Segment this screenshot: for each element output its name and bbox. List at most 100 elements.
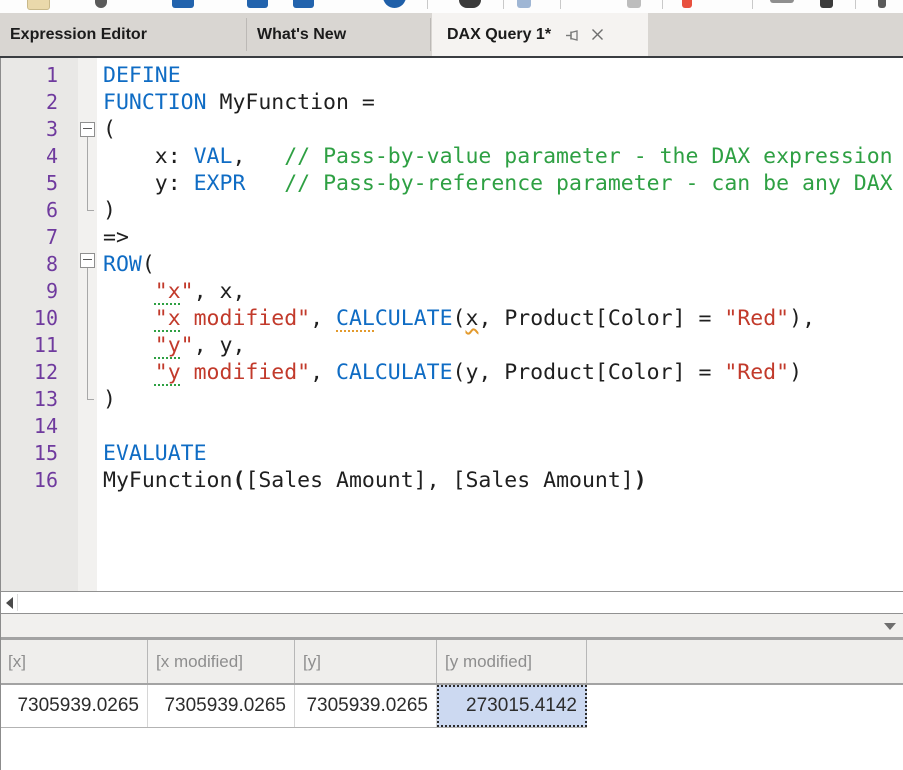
code-token: EVALUATE: [103, 441, 207, 466]
toolbar-button[interactable]: [627, 0, 641, 8]
code-token: [103, 333, 155, 358]
toolbar-button[interactable]: [820, 0, 833, 8]
toolbar-button[interactable]: [293, 0, 314, 8]
close-icon[interactable]: [590, 27, 605, 42]
line-number: 14: [0, 413, 58, 440]
code-token: "y: [155, 360, 181, 385]
code-token: VAL: [194, 144, 233, 169]
code-line[interactable]: 2FUNCTION MyFunction =: [0, 89, 903, 116]
results-header-row: [x][x modified][y][y modified]: [0, 637, 903, 685]
column-header[interactable]: [x]: [0, 640, 148, 683]
code-text: =>: [103, 225, 129, 250]
code-text: "y modified", CALCULATE(y, Product[Color…: [103, 360, 802, 385]
tab-label: Expression Editor: [10, 26, 147, 44]
code-token: MyFunction =: [207, 90, 375, 115]
scroll-left-arrow-icon: [6, 597, 13, 609]
code-token: EXPR: [194, 171, 246, 196]
line-number: 7: [0, 224, 58, 251]
code-token: (y, Product[Color] =: [453, 360, 725, 385]
code-line[interactable]: 16MyFunction([Sales Amount], [Sales Amou…: [0, 467, 903, 494]
toolbar-button[interactable]: [27, 0, 50, 10]
toolbar-separator: [560, 0, 561, 9]
results-data-row: 7305939.02657305939.02657305939.02652730…: [0, 685, 903, 727]
code-text: "y", y,: [103, 333, 245, 358]
code-token: ,: [310, 360, 336, 385]
code-token: ": [181, 279, 194, 304]
code-line[interactable]: 10 "x modified", CALCULATE(x, Product[Co…: [0, 305, 903, 332]
results-splitter[interactable]: [0, 614, 903, 637]
code-token: "x: [155, 306, 181, 331]
code-line[interactable]: 7 =>: [0, 224, 903, 251]
code-line[interactable]: 8ROW(: [0, 251, 903, 278]
toolbar-button[interactable]: [172, 0, 194, 8]
code-line[interactable]: 11 "y", y,: [0, 332, 903, 359]
row-bottom-border: [0, 727, 587, 728]
column-header[interactable]: [y]: [295, 640, 437, 683]
toolbar-button[interactable]: [459, 0, 481, 8]
code-token: (: [453, 306, 466, 331]
result-cell[interactable]: 7305939.0265: [0, 685, 148, 727]
toolbar-button[interactable]: [517, 0, 531, 8]
toolbar-separator: [427, 0, 428, 9]
code-token: x: [465, 306, 478, 331]
line-number: 3: [0, 116, 58, 143]
toolbar-separator: [503, 0, 504, 9]
code-line[interactable]: 4 x: VAL, // Pass-by-value parameter - t…: [0, 143, 903, 170]
code-text: EVALUATE: [103, 441, 207, 466]
line-number: 12: [0, 359, 58, 386]
column-header[interactable]: [y modified]: [437, 640, 587, 683]
tab-whats-new[interactable]: What's New: [247, 13, 430, 56]
code-token: ": [181, 333, 194, 358]
window-left-border: [0, 58, 1, 770]
document-tab-bar: Expression Editor What's New DAX Query 1…: [0, 13, 903, 58]
scroll-left-button[interactable]: [1, 594, 18, 611]
code-line[interactable]: 9 "x", x,: [0, 278, 903, 305]
toolbar-separator: [752, 0, 753, 9]
dax-code-editor[interactable]: 1DEFINE2FUNCTION MyFunction =3(4 x: VAL,…: [0, 58, 903, 591]
code-token: "Red": [724, 360, 789, 385]
code-line[interactable]: 14: [0, 413, 903, 440]
code-token: [103, 279, 155, 304]
result-cell-selected[interactable]: 273015.4142: [437, 685, 587, 727]
fold-guide-end: [87, 399, 94, 400]
line-number: 10: [0, 305, 58, 332]
result-cell[interactable]: 7305939.0265: [295, 685, 437, 727]
toolbar-button[interactable]: [682, 0, 692, 8]
toolbar-button[interactable]: [383, 0, 406, 8]
code-line[interactable]: 12 "y modified", CALCULATE(y, Product[Co…: [0, 359, 903, 386]
code-token: ): [103, 198, 116, 223]
results-grid: [x][x modified][y][y modified] 7305939.0…: [0, 637, 903, 770]
code-token: (: [142, 252, 155, 277]
code-token: CALCULATE: [336, 360, 453, 385]
toolbar-button[interactable]: [878, 0, 886, 8]
toolbar-button[interactable]: [770, 0, 794, 3]
code-text: ROW(: [103, 252, 155, 277]
line-number: 15: [0, 440, 58, 467]
code-text: DEFINE: [103, 63, 181, 88]
collapse-down-icon[interactable]: [884, 623, 896, 630]
line-number: 6: [0, 197, 58, 224]
horizontal-scrollbar[interactable]: [0, 591, 903, 614]
code-line[interactable]: 13): [0, 386, 903, 413]
code-line[interactable]: 5 y: EXPR // Pass-by-reference parameter…: [0, 170, 903, 197]
code-line[interactable]: 15 EVALUATE: [0, 440, 903, 467]
code-token: [245, 171, 284, 196]
line-number: 16: [0, 467, 58, 494]
result-cell[interactable]: 7305939.0265: [148, 685, 295, 727]
code-token: modified": [181, 306, 310, 331]
code-line[interactable]: 6): [0, 197, 903, 224]
code-text: x: VAL, // Pass-by-value parameter - the…: [103, 144, 893, 169]
fold-collapse-icon[interactable]: [80, 122, 95, 137]
fold-collapse-icon[interactable]: [80, 253, 95, 268]
column-header[interactable]: [x modified]: [148, 640, 295, 683]
tab-expression-editor[interactable]: Expression Editor: [0, 13, 246, 56]
code-line[interactable]: 3(: [0, 116, 903, 143]
toolbar-button[interactable]: [247, 0, 268, 8]
code-line[interactable]: 1DEFINE: [0, 62, 903, 89]
pin-icon[interactable]: [565, 27, 582, 43]
code-token: x:: [103, 144, 194, 169]
tab-label: DAX Query 1*: [447, 26, 551, 44]
line-number: 4: [0, 143, 58, 170]
toolbar-button[interactable]: [95, 0, 107, 8]
tab-dax-query-1[interactable]: DAX Query 1*: [432, 13, 648, 56]
